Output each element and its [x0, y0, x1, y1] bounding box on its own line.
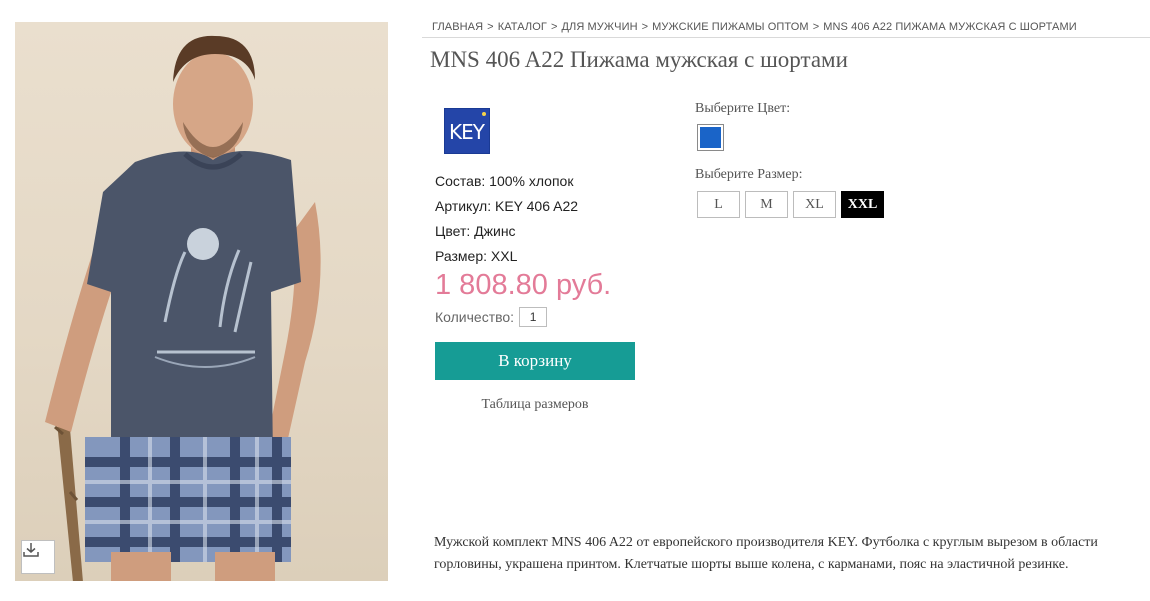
color-swatch-fill	[700, 127, 721, 148]
breadcrumb-separator: >	[487, 21, 494, 33]
color-select-label: Выберите Цвет:	[695, 101, 791, 116]
download-image-button[interactable]	[21, 540, 55, 574]
download-icon	[23, 543, 39, 557]
spec-label: Цвет:	[435, 223, 471, 239]
spec-value: 100% хлопок	[489, 173, 574, 189]
product-specs: Состав: 100% хлопок Артикул: KEY 406 A22…	[435, 171, 578, 271]
spec-value: XXL	[490, 248, 518, 264]
breadcrumb-home[interactable]: ГЛАВНАЯ	[432, 21, 483, 33]
brand-logo-dot	[482, 112, 486, 116]
size-options: L M XL XXL	[697, 191, 884, 218]
breadcrumb-separator: >	[550, 21, 558, 33]
breadcrumb-separator: >	[641, 21, 649, 33]
breadcrumb-catalog[interactable]: КАТАЛОГ	[498, 21, 547, 33]
product-title: MNS 406 A22 Пижама мужская с шортами	[430, 47, 848, 72]
brand-logo[interactable]: KEY	[444, 108, 490, 154]
size-option-l[interactable]: L	[697, 191, 740, 218]
product-photo-illustration	[45, 35, 321, 581]
size-option-xxl[interactable]: XXL	[841, 191, 884, 218]
spec-label: Размер:	[435, 248, 488, 264]
brand-logo-text: KEY	[449, 120, 485, 144]
spec-label: Состав:	[435, 173, 486, 189]
spec-row-size: Размер: XXL	[435, 246, 578, 271]
product-photo[interactable]	[15, 22, 388, 581]
spec-label: Артикул:	[435, 198, 492, 214]
spec-value: Джинс	[474, 223, 516, 239]
product-price: 1 808.80 руб.	[435, 269, 612, 301]
spec-row-article: Артикул: KEY 406 A22	[435, 196, 578, 221]
quantity-input[interactable]	[519, 307, 548, 327]
breadcrumb-separator: >	[812, 21, 820, 33]
spec-row-composition: Состав: 100% хлопок	[435, 171, 578, 196]
breadcrumb-mens-pajamas[interactable]: МУЖСКИЕ ПИЖАМЫ ОПТОМ	[652, 21, 809, 33]
color-swatch-denim[interactable]	[697, 124, 724, 151]
spec-value: KEY 406 A22	[494, 198, 579, 214]
breadcrumb: ГЛАВНАЯ > КАТАЛОГ > ДЛЯ МУЖЧИН > МУЖСКИЕ ПИЖАМ…	[432, 21, 1150, 33]
size-option-xl[interactable]: XL	[793, 191, 836, 218]
add-to-cart-button[interactable]: В корзину	[435, 342, 635, 380]
breadcrumb-divider	[422, 37, 1150, 38]
size-option-m[interactable]: M	[745, 191, 788, 218]
breadcrumb-current: MNS 406 A22 ПИЖАМА МУЖСКАЯ С ШОРТАМИ	[823, 21, 1077, 33]
size-table-link[interactable]: Таблица размеров	[435, 397, 635, 413]
quantity-control: Количество:	[435, 307, 548, 327]
size-select-label: Выберите Размер:	[695, 167, 803, 182]
product-description: Мужской комплект MNS 406 A22 от европейс…	[434, 535, 1098, 572]
quantity-label: Количество:	[435, 309, 515, 325]
spec-row-color: Цвет: Джинс	[435, 221, 578, 246]
breadcrumb-for-men[interactable]: ДЛЯ МУЖЧИН	[561, 21, 637, 33]
